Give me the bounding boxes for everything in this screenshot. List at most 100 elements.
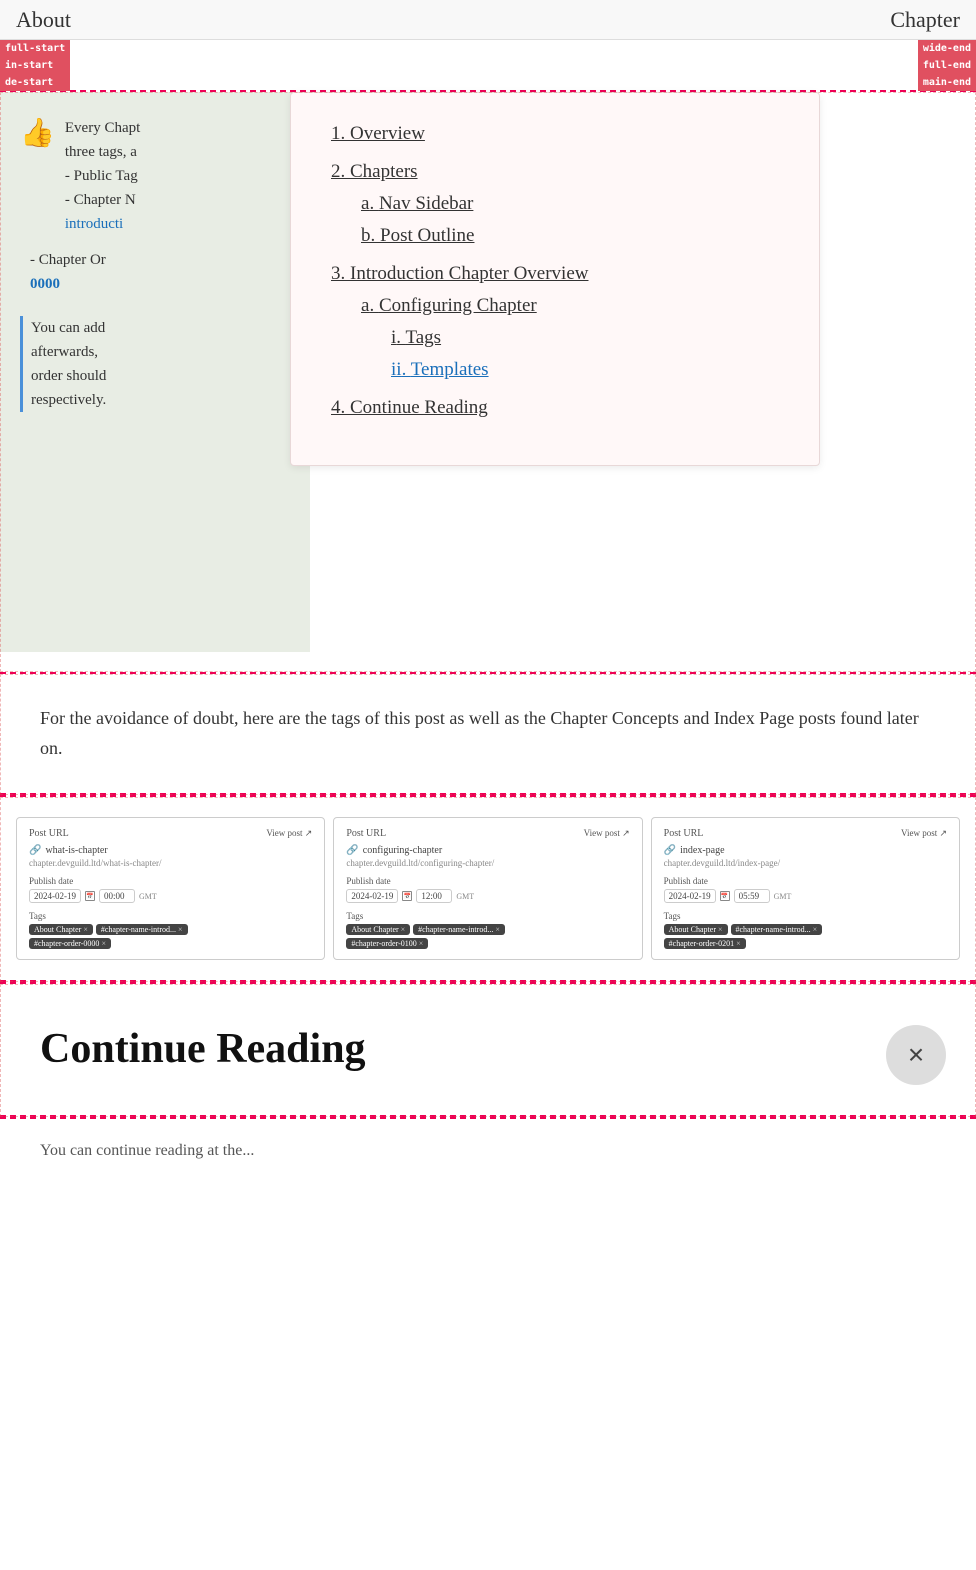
toc-label-chapters[interactable]: Chapters <box>331 161 418 182</box>
post-card-1-header-label: Post URL <box>29 828 69 839</box>
tag-chip-x-6[interactable]: × <box>419 939 424 948</box>
toc-item-templates: Templates <box>391 359 779 381</box>
tag-chip-x-3[interactable]: × <box>101 939 106 948</box>
calendar-icon-2: 📅 <box>402 891 412 901</box>
post-card-1-date-label: Publish date <box>29 876 312 886</box>
toc-label-overview[interactable]: Overview <box>331 123 425 144</box>
post-card-2-time-input[interactable]: 12:00 <box>416 889 452 903</box>
toc-sub-list-chapters: Nav Sidebar Post Outline <box>361 193 779 247</box>
tag-chip-x-8[interactable]: × <box>813 925 818 934</box>
tag-chip-x-2[interactable]: × <box>178 925 183 934</box>
toc-item-configuring: Configuring Chapter Tags Templates <box>361 295 779 381</box>
tag-chip-x-5[interactable]: × <box>495 925 500 934</box>
post-cards-section: Post URL View post ↗ 🔗 what-is-chapter c… <box>0 797 976 982</box>
post-card-3-url-full: chapter.devguild.ltd/index-page/ <box>664 858 947 868</box>
annotation-bar: full-start in-start de-start wide-end fu… <box>0 40 976 90</box>
post-card-1-time-input[interactable]: 00:00 <box>99 889 135 903</box>
post-card-3-header: Post URL View post ↗ <box>664 828 947 839</box>
left-text-order: - Chapter Or 0000 <box>20 248 290 296</box>
avoidance-section-wrapper: For the avoidance of doubt, here are the… <box>0 674 976 795</box>
debug-tag-main-end: main-end <box>918 74 976 91</box>
post-cards-section-wrapper: Post URL View post ↗ 🔗 what-is-chapter c… <box>0 797 976 982</box>
post-card-2-tags-row-2: #chapter-order-0100 × <box>346 938 629 949</box>
post-card-2-date-input[interactable]: 2024-02-19 <box>346 889 398 903</box>
left-text-add3: order should <box>31 368 106 384</box>
post-card-3-time-input[interactable]: 05:59 <box>734 889 770 903</box>
bottom-hint: You can continue reading at the... <box>0 1119 976 1183</box>
post-card-2-date-label: Publish date <box>346 876 629 886</box>
close-button[interactable]: × <box>886 1025 946 1085</box>
post-card-3-tags-row: About Chapter × #chapter-name-introd... … <box>664 924 947 935</box>
debug-tag-full-end: full-end <box>918 57 976 74</box>
left-text-line3: - Public Tag <box>65 168 138 184</box>
post-card-2-tag-2: #chapter-name-introd... × <box>413 924 505 935</box>
debug-tag-in-start: in-start <box>0 57 70 74</box>
left-panel-inner: 👍 Every Chapt three tags, a - Public Tag… <box>20 116 290 412</box>
toc-item-tags: Tags <box>391 327 779 349</box>
post-card-3-date-label: Publish date <box>664 876 947 886</box>
left-text-line1: Every Chapt <box>65 120 140 136</box>
post-card-3-view-link[interactable]: View post ↗ <box>901 828 947 839</box>
post-card-3: Post URL View post ↗ 🔗 index-page chapte… <box>651 817 960 960</box>
close-icon: × <box>908 1039 924 1071</box>
post-card-1-tags-label: Tags <box>29 911 312 921</box>
toc-label-templates[interactable]: Templates <box>391 359 489 380</box>
post-card-1-slug: what-is-chapter <box>45 845 107 856</box>
avoidance-section: For the avoidance of doubt, here are the… <box>0 674 976 795</box>
post-cards-row: Post URL View post ↗ 🔗 what-is-chapter c… <box>16 817 960 960</box>
toc-label-configuring[interactable]: Configuring Chapter <box>361 295 537 316</box>
avoidance-text: For the avoidance of doubt, here are the… <box>40 708 919 758</box>
tag-chip-x-4[interactable]: × <box>401 925 406 934</box>
post-card-2-tag-1: About Chapter × <box>346 924 410 935</box>
toc-sub-list-intro: Configuring Chapter Tags Templates <box>361 295 779 381</box>
link-icon-2: 🔗 <box>346 845 358 856</box>
left-text-order-num: 0000 <box>30 276 60 292</box>
nav-about[interactable]: About <box>16 7 71 33</box>
tag-chip-x[interactable]: × <box>83 925 88 934</box>
page-wrapper: About Chapter full-start in-start de-sta… <box>0 0 976 1183</box>
continue-reading-title: Continue Reading <box>40 1024 936 1074</box>
toc-subsub-list: Tags Templates <box>391 327 779 381</box>
post-card-1-view-link[interactable]: View post ↗ <box>266 828 312 839</box>
nav-chapter[interactable]: Chapter <box>890 7 960 33</box>
post-card-3-date-row: 2024-02-19 📅 05:59 GMT <box>664 889 947 903</box>
post-card-2-gmt: GMT <box>456 892 474 901</box>
debug-tag-wide-end: wide-end <box>918 40 976 57</box>
toc-item-intro-chapter: Introduction Chapter Overview Configurin… <box>331 263 779 381</box>
post-card-3-tags-label: Tags <box>664 911 947 921</box>
link-icon-1: 🔗 <box>29 845 41 856</box>
toc-label-tags[interactable]: Tags <box>391 327 441 348</box>
post-card-2: Post URL View post ↗ 🔗 configuring-chapt… <box>333 817 642 960</box>
post-card-1-tags-row: About Chapter × #chapter-name-introd... … <box>29 924 312 935</box>
toc-item-chapters: Chapters Nav Sidebar Post Outline <box>331 161 779 247</box>
tag-chip-x-9[interactable]: × <box>736 939 741 948</box>
post-card-3-tag-1: About Chapter × <box>664 924 728 935</box>
left-panel: 👍 Every Chapt three tags, a - Public Tag… <box>0 92 310 652</box>
continue-reading-section-wrapper: Continue Reading × <box>0 984 976 1116</box>
debug-tag-full-start: full-start <box>0 40 70 57</box>
thumbs-up-emoji: 👍 <box>20 116 55 150</box>
tag-chip-x-7[interactable]: × <box>718 925 723 934</box>
post-card-2-tags-row: About Chapter × #chapter-name-introd... … <box>346 924 629 935</box>
post-card-3-date-input[interactable]: 2024-02-19 <box>664 889 716 903</box>
link-icon-3: 🔗 <box>664 845 676 856</box>
left-text-add2: afterwards, <box>31 344 98 360</box>
post-card-1-url-full: chapter.devguild.ltd/what-is-chapter/ <box>29 858 312 868</box>
post-card-2-view-link[interactable]: View post ↗ <box>584 828 630 839</box>
toc-label-intro-chapter[interactable]: Introduction Chapter Overview <box>331 263 588 284</box>
toc-panel: Overview Chapters Nav Sidebar Post Outli… <box>290 92 820 466</box>
toc-item-nav-sidebar: Nav Sidebar <box>361 193 779 215</box>
toc-label-nav-sidebar[interactable]: Nav Sidebar <box>361 193 473 214</box>
post-card-3-tag-3: #chapter-order-0201 × <box>664 938 746 949</box>
left-text-line4: - Chapter N <box>65 192 136 208</box>
toc-label-post-outline[interactable]: Post Outline <box>361 225 474 246</box>
post-card-2-header-label: Post URL <box>346 828 386 839</box>
toc-label-continue[interactable]: Continue Reading <box>331 397 488 418</box>
post-card-1-tag-3: #chapter-order-0000 × <box>29 938 111 949</box>
post-card-1-date-input[interactable]: 2024-02-19 <box>29 889 81 903</box>
post-card-2-tag-3: #chapter-order-0100 × <box>346 938 428 949</box>
post-card-2-url-full: chapter.devguild.ltd/configuring-chapter… <box>346 858 629 868</box>
toc-list: Overview Chapters Nav Sidebar Post Outli… <box>331 123 779 419</box>
post-card-3-header-label: Post URL <box>664 828 704 839</box>
post-card-1-date-row: 2024-02-19 📅 00:00 GMT <box>29 889 312 903</box>
